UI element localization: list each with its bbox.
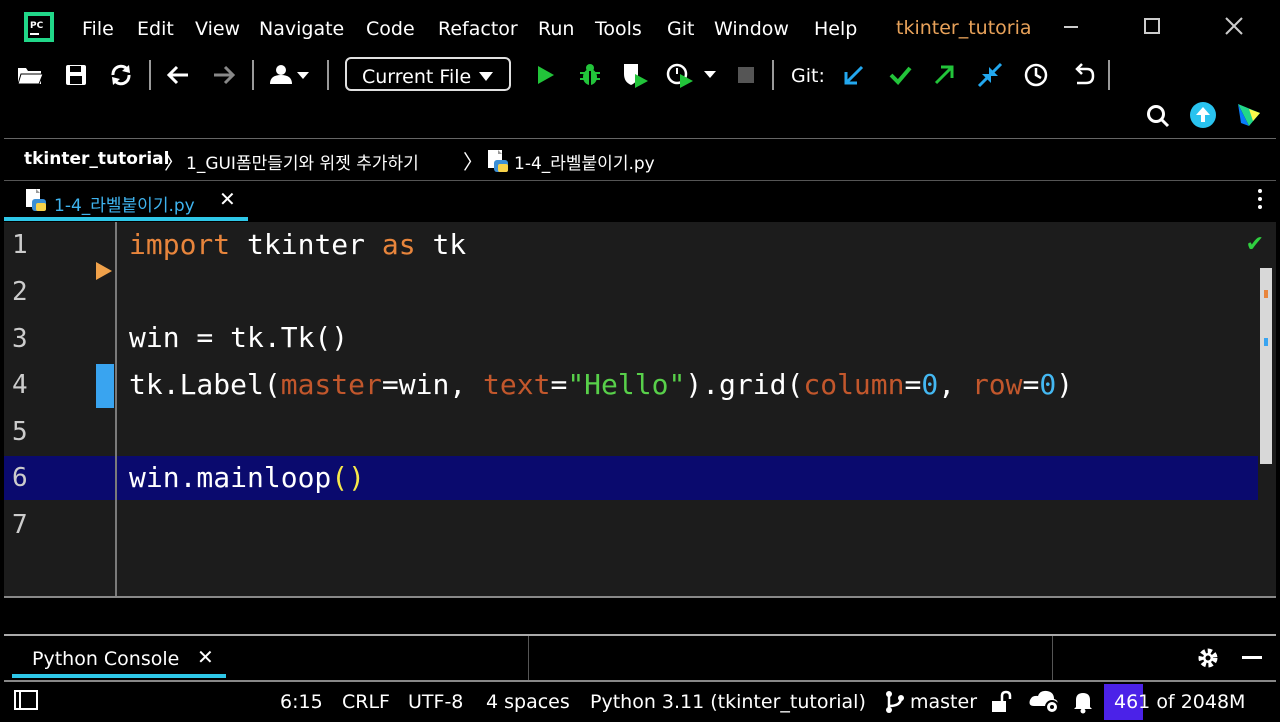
change-stripe[interactable] (1264, 338, 1268, 346)
memory-text: 461 of 2048M (1114, 691, 1246, 713)
inspection-ok-icon[interactable]: ✔ (1246, 232, 1264, 257)
run-icon[interactable] (531, 61, 559, 89)
run-config-select[interactable]: Current File (345, 57, 511, 91)
caret-position[interactable]: 6:15 (280, 691, 323, 713)
chevron-right-icon: 〉 (164, 150, 184, 174)
code-editor[interactable]: 1 2 3 4 5 6 7 import tkinter as tk win =… (4, 222, 1276, 596)
stop-icon[interactable] (732, 61, 760, 89)
toggle-tool-windows-icon[interactable] (14, 690, 38, 714)
chevron-down-icon (479, 72, 493, 81)
breadcrumb-folder[interactable]: 1_GUI폼만들기와 위젯 추가하기 (186, 149, 419, 174)
indent-setting[interactable]: 4 spaces (486, 691, 570, 713)
menu-help[interactable]: Help (814, 18, 857, 40)
debug-icon[interactable] (576, 61, 604, 89)
menu-file[interactable]: File (82, 18, 114, 40)
file-encoding[interactable]: UTF-8 (408, 691, 463, 713)
git-branch-icon (884, 690, 906, 718)
more-vertical-icon[interactable] (1258, 189, 1264, 213)
menu-tools[interactable]: Tools (595, 18, 642, 40)
line-number: 5 (12, 417, 28, 447)
code-line-1: import tkinter as tk (129, 228, 467, 261)
user-dropdown-icon[interactable] (266, 61, 316, 89)
line-number: 7 (12, 510, 28, 540)
sync-icon[interactable] (107, 61, 135, 89)
git-pull-icon[interactable] (976, 61, 1004, 89)
svg-text:PC: PC (30, 21, 44, 31)
line-number: 4 (12, 370, 28, 400)
history-icon[interactable] (1022, 61, 1050, 89)
breadcrumb-file[interactable]: 1-4_라벨붙이기.py (514, 149, 655, 174)
forward-icon[interactable] (210, 61, 238, 89)
menu-view[interactable]: View (195, 18, 240, 40)
notifications-icon[interactable] (1072, 690, 1094, 718)
cloud-settings-icon[interactable] (1028, 688, 1062, 718)
project-title: tkinter_tutoria (896, 17, 1032, 39)
tool-window-bar: Python Console ✕ (4, 634, 1276, 680)
run-gutter-icon[interactable] (96, 262, 112, 280)
open-folder-icon[interactable] (16, 61, 44, 89)
code-line-6: win.mainloop() (129, 461, 366, 494)
git-commit-icon[interactable] (886, 61, 914, 89)
tab-label: 1-4_라벨붙이기.py (54, 196, 195, 216)
menu-git[interactable]: Git (667, 18, 694, 40)
line-separator[interactable]: CRLF (342, 691, 390, 713)
chevron-right-icon: 〉 (463, 150, 483, 174)
menu-run[interactable]: Run (538, 18, 574, 40)
memory-indicator[interactable]: 461 of 2048M (1104, 684, 1276, 720)
update-icon[interactable] (1189, 101, 1217, 129)
close-console-icon[interactable]: ✕ (197, 645, 214, 669)
git-push-icon[interactable] (930, 61, 958, 89)
editor-tab-bar: 1-4_라벨붙이기.py ✕ (4, 180, 1276, 221)
git-branch[interactable]: master (910, 691, 977, 713)
title-bar: PC File Edit View Navigate Code Refactor… (0, 0, 1280, 54)
menu-window[interactable]: Window (714, 18, 789, 40)
menu-code[interactable]: Code (366, 18, 415, 40)
tab-python-console[interactable]: Python Console ✕ (12, 636, 226, 680)
save-icon[interactable] (62, 61, 90, 89)
git-update-icon[interactable] (840, 61, 868, 89)
run-config-label: Current File (362, 66, 472, 88)
close-icon[interactable] (1221, 13, 1247, 39)
python-file-icon (486, 149, 510, 178)
line-number: 1 (12, 230, 28, 260)
search-icon[interactable] (1144, 102, 1172, 130)
minimize-icon[interactable] (1058, 13, 1084, 39)
coverage-icon[interactable] (621, 61, 649, 89)
code-line-4: tk.Label(master=win, text="Hello").grid(… (129, 368, 1074, 401)
pycharm-logo-icon: PC (24, 12, 54, 42)
maximize-icon[interactable] (1139, 13, 1165, 39)
console-tab-label: Python Console (32, 648, 180, 670)
change-marker[interactable] (96, 364, 114, 408)
line-number: 2 (12, 277, 28, 307)
menu-refactor[interactable]: Refactor (438, 18, 518, 40)
breadcrumb: tkinter_tutorial 〉 1_GUI폼만들기와 위젯 추가하기 〉 … (4, 138, 1276, 181)
back-icon[interactable] (164, 61, 192, 89)
rollback-icon[interactable] (1069, 61, 1097, 89)
breadcrumb-project[interactable]: tkinter_tutorial (24, 149, 169, 169)
status-bar: 6:15 CRLF UTF-8 4 spaces Python 3.11 (tk… (4, 680, 1276, 722)
git-label: Git: (791, 65, 825, 87)
main-toolbar: Current File Git: (4, 54, 1276, 138)
plugin-icon[interactable] (1235, 101, 1263, 129)
tab-file[interactable]: 1-4_라벨붙이기.py ✕ (4, 181, 248, 221)
close-tab-icon[interactable]: ✕ (219, 187, 236, 211)
line-number: 6 (12, 463, 28, 493)
code-line-3: win = tk.Tk() (129, 321, 349, 354)
warning-stripe[interactable] (1264, 290, 1268, 298)
gear-icon[interactable] (1196, 646, 1220, 674)
profile-dropdown-icon[interactable] (666, 61, 722, 89)
minimize-panel-icon[interactable] (1242, 656, 1262, 659)
editor-bottom-spacer (4, 596, 1276, 636)
python-file-icon (24, 188, 48, 216)
menu-edit[interactable]: Edit (137, 18, 174, 40)
line-number: 3 (12, 324, 28, 354)
unlock-icon[interactable] (990, 690, 1012, 718)
menu-navigate[interactable]: Navigate (259, 18, 344, 40)
python-interpreter[interactable]: Python 3.11 (tkinter_tutorial) (590, 691, 866, 713)
